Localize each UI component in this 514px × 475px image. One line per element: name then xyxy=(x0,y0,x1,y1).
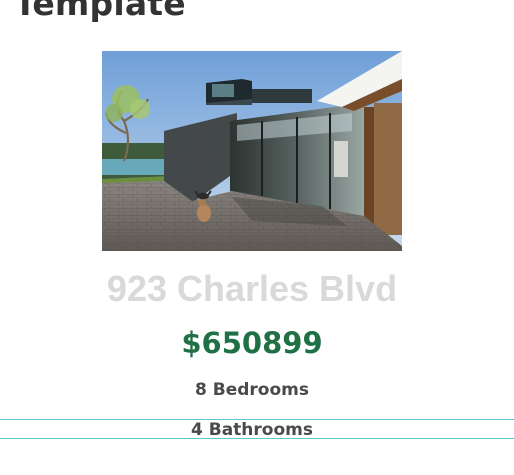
listing-bedrooms: 8 Bedrooms xyxy=(195,380,309,400)
listing-address: 923 Charles Blvd xyxy=(106,268,398,309)
listing-price: $650899 xyxy=(181,326,323,360)
page: Template 923 Charles Blvd $650899 8 Bedr… xyxy=(0,0,514,475)
listing-bathrooms: 4 Bathrooms xyxy=(191,420,313,440)
listing-card: 923 Charles Blvd $650899 8 Bedrooms 4 Ba… xyxy=(0,0,514,475)
listing-photo[interactable] xyxy=(102,51,402,251)
